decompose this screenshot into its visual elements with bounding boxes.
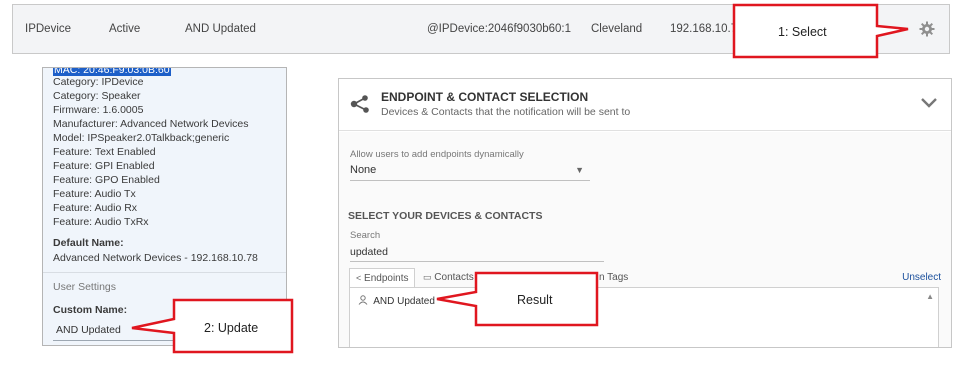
result-callout-label: Result [517,293,553,307]
callout-overlay [131,3,909,354]
select-callout-label: 1: Select [778,25,827,39]
update-callout-label: 2: Update [204,321,259,335]
